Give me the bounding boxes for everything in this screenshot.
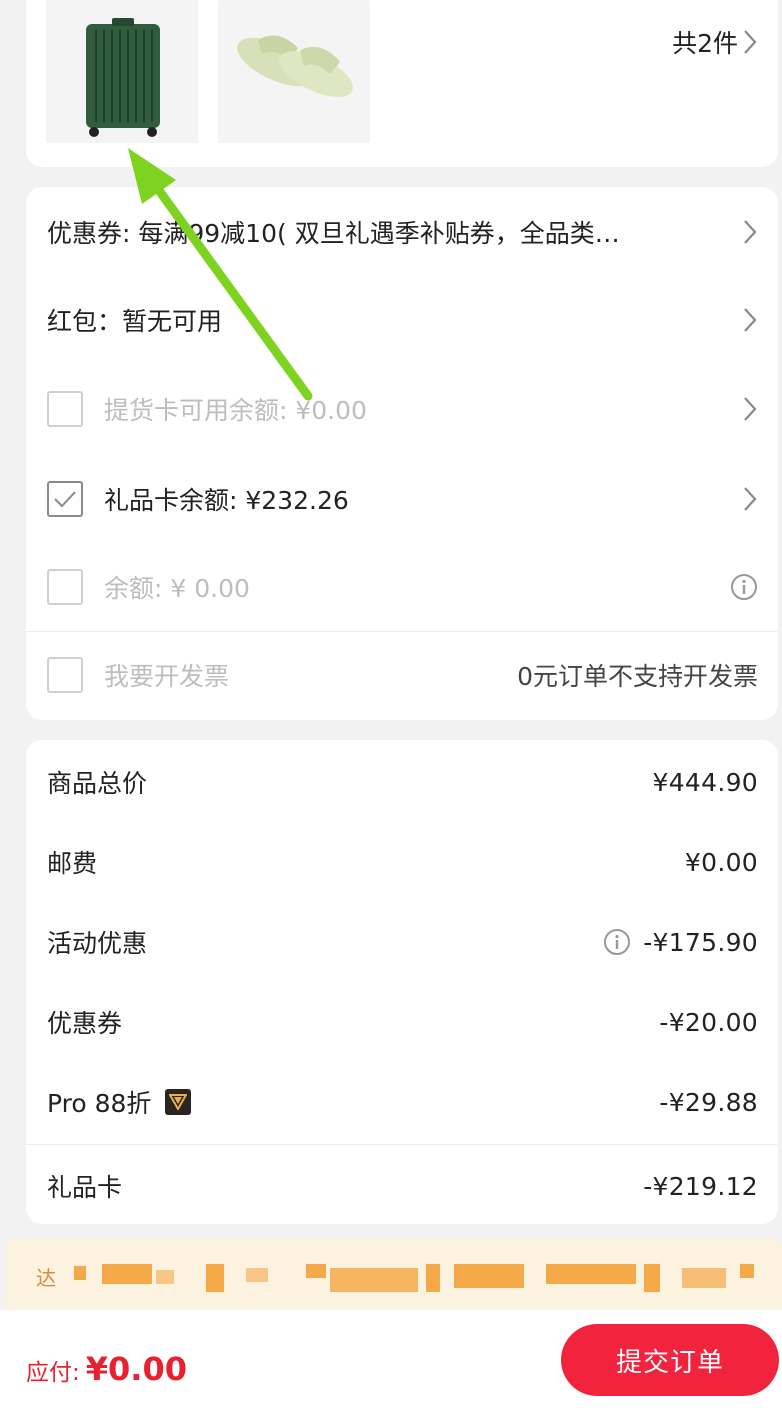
chevron-right-icon bbox=[744, 487, 757, 511]
summary-label: Pro 88折 bbox=[47, 1089, 152, 1118]
checkmark-icon bbox=[54, 491, 76, 508]
payable-amount: 应付: ¥0.00 bbox=[26, 1350, 187, 1388]
info-icon[interactable] bbox=[730, 573, 758, 601]
price-summary-card: 商品总价 ¥444.90 邮费 ¥0.00 活动优惠 -¥175.90 优惠券 … bbox=[26, 740, 778, 1224]
summary-value: ¥444.90 bbox=[652, 767, 758, 797]
product-card[interactable]: 共2件 bbox=[26, 0, 778, 167]
redaction-block bbox=[330, 1268, 418, 1292]
summary-label: 活动优惠 bbox=[47, 929, 148, 958]
summary-value: -¥175.90 bbox=[643, 927, 758, 957]
redaction-block bbox=[426, 1264, 440, 1292]
gift-card-row[interactable]: 礼品卡余额: ¥232.26 bbox=[26, 457, 778, 541]
pro-badge-icon bbox=[165, 1089, 192, 1115]
redaction-block bbox=[740, 1264, 754, 1278]
pickup-card-checkbox[interactable] bbox=[47, 391, 83, 427]
summary-value: -¥29.88 bbox=[659, 1087, 758, 1117]
summary-label: 优惠券 bbox=[47, 1009, 123, 1038]
payable-value: ¥0.00 bbox=[85, 1350, 187, 1388]
summary-row-gift-card: 礼品卡 -¥219.12 bbox=[26, 1148, 778, 1224]
submit-order-button[interactable]: 提交订单 bbox=[561, 1324, 779, 1396]
divider bbox=[26, 631, 778, 632]
redaction-block bbox=[74, 1266, 86, 1280]
item-count-link[interactable]: 共2件 bbox=[672, 24, 758, 60]
notice-banner: 达 bbox=[6, 1238, 782, 1310]
invoice-checkbox[interactable] bbox=[47, 657, 83, 693]
redaction-block bbox=[206, 1264, 224, 1292]
summary-row-promotion: 活动优惠 -¥175.90 bbox=[26, 904, 778, 980]
invoice-row[interactable]: 我要开发票 0元订单不支持开发票 bbox=[26, 635, 778, 715]
summary-row-pro-discount: Pro 88折 -¥29.88 bbox=[26, 1064, 778, 1140]
invoice-note: 0元订单不支持开发票 bbox=[517, 662, 758, 691]
redaction-block bbox=[306, 1264, 326, 1278]
coupon-label: 优惠券: 每满99减10( 双旦礼遇季补贴券，全品类… bbox=[47, 219, 620, 248]
summary-value: -¥20.00 bbox=[659, 1007, 758, 1037]
invoice-label: 我要开发票 bbox=[104, 662, 230, 691]
summary-label: 邮费 bbox=[47, 849, 98, 878]
info-icon[interactable] bbox=[603, 928, 631, 956]
gift-card-checkbox[interactable] bbox=[47, 481, 83, 517]
redaction-block bbox=[454, 1264, 524, 1288]
red-packet-label: 红包：暂无可用 bbox=[47, 307, 223, 336]
summary-value: -¥219.12 bbox=[643, 1171, 758, 1201]
summary-row-shipping: 邮费 ¥0.00 bbox=[26, 824, 778, 900]
balance-checkbox[interactable] bbox=[47, 569, 83, 605]
coupon-row[interactable]: 优惠券: 每满99减10( 双旦礼遇季补贴券，全品类… bbox=[26, 191, 778, 273]
payment-options-card: 优惠券: 每满99减10( 双旦礼遇季补贴券，全品类… 红包：暂无可用 提货卡可… bbox=[26, 187, 778, 720]
balance-label: 余额: ¥ 0.00 bbox=[104, 574, 250, 603]
chevron-right-icon bbox=[744, 30, 757, 54]
suitcase-thumbnail[interactable] bbox=[46, 0, 198, 143]
item-count-label: 共2件 bbox=[672, 29, 738, 58]
pickup-card-label: 提货卡可用余额: ¥0.00 bbox=[104, 396, 367, 425]
summary-label: 商品总价 bbox=[47, 769, 148, 798]
chevron-right-icon bbox=[744, 220, 757, 244]
payable-label: 应付: bbox=[26, 1360, 80, 1386]
pickup-card-row[interactable]: 提货卡可用余额: ¥0.00 bbox=[26, 367, 778, 451]
gift-card-label: 礼品卡余额: ¥232.26 bbox=[104, 486, 349, 515]
redaction-block bbox=[102, 1264, 152, 1284]
slippers-thumbnail[interactable] bbox=[218, 0, 370, 143]
redaction-block bbox=[546, 1264, 636, 1284]
redaction-block bbox=[682, 1268, 726, 1288]
chevron-right-icon bbox=[744, 397, 757, 421]
redaction-block bbox=[644, 1264, 660, 1292]
summary-row-coupon: 优惠券 -¥20.00 bbox=[26, 984, 778, 1060]
redaction-block bbox=[246, 1268, 268, 1282]
chevron-right-icon bbox=[744, 308, 757, 332]
balance-row[interactable]: 余额: ¥ 0.00 bbox=[26, 545, 778, 629]
notice-text: 达 bbox=[36, 1266, 56, 1290]
checkout-bar: 应付: ¥0.00 提交订单 bbox=[0, 1310, 782, 1424]
summary-row-subtotal: 商品总价 ¥444.90 bbox=[26, 744, 778, 820]
red-packet-row[interactable]: 红包：暂无可用 bbox=[26, 279, 778, 361]
divider bbox=[26, 1144, 778, 1145]
summary-value: ¥0.00 bbox=[684, 847, 758, 877]
summary-label: 礼品卡 bbox=[47, 1173, 123, 1202]
redaction-block bbox=[156, 1270, 174, 1284]
